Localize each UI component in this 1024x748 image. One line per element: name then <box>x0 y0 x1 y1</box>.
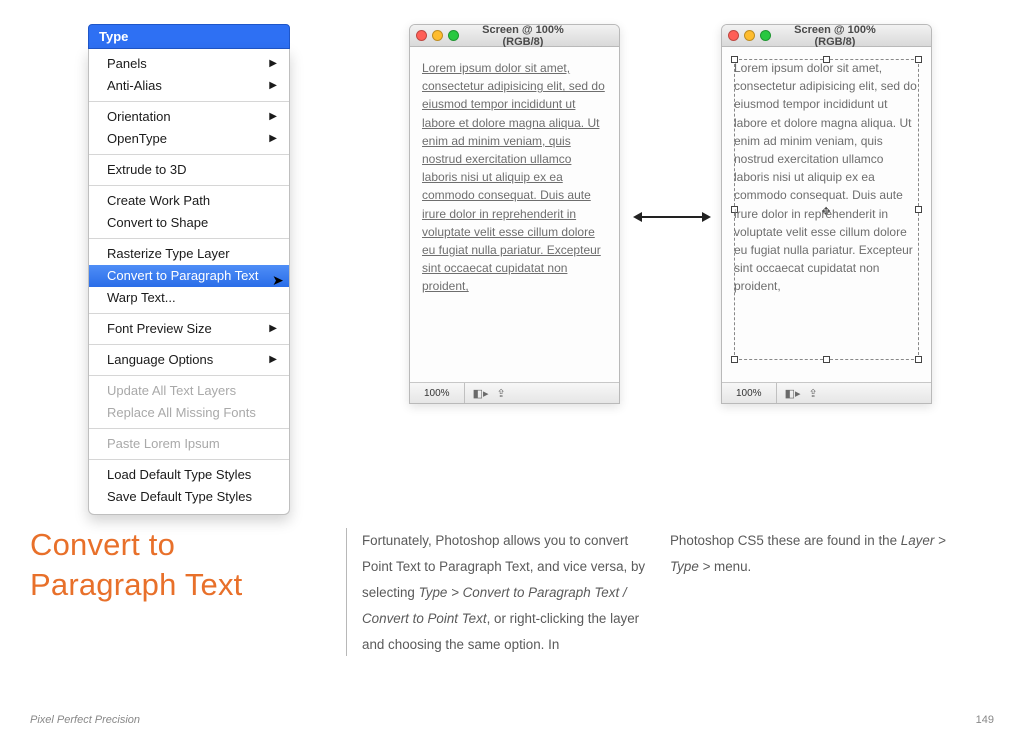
window-title: Screen @ 100% (RGB/8) <box>779 24 925 48</box>
submenu-arrow-icon: ▶ <box>269 77 277 95</box>
doc-info-icon[interactable]: ◧▸ <box>473 387 489 400</box>
menu-separator <box>89 459 289 460</box>
menu-separator <box>89 101 289 102</box>
menu-item-label: Load Default Type Styles <box>107 466 251 484</box>
submenu-arrow-icon: ▶ <box>269 320 277 338</box>
menu-item-label: Font Preview Size <box>107 320 212 338</box>
menu-item-anti-alias[interactable]: Anti-Alias ▶ <box>89 75 289 97</box>
doc-info-icon[interactable]: ◧▸ <box>785 387 801 400</box>
menu-item-load-default-type-styles[interactable]: Load Default Type Styles <box>89 464 289 486</box>
statusbar: 100% ◧▸ ⇪ <box>410 383 619 403</box>
menu-item-label: Convert to Paragraph Text <box>107 267 259 285</box>
menu-item-label: Extrude to 3D <box>107 161 187 179</box>
menu-item-rasterize-type-layer[interactable]: Rasterize Type Layer <box>89 243 289 265</box>
minimize-icon[interactable] <box>432 30 443 41</box>
menu-item-orientation[interactable]: Orientation ▶ <box>89 106 289 128</box>
article-column-2: Photoshop CS5 these are found in the Lay… <box>670 528 960 580</box>
type-menu[interactable]: Type Panels▶Anti-Alias▶Orientation▶OpenT… <box>88 24 290 515</box>
menu-item-label: Orientation <box>107 108 171 126</box>
paragraph-text[interactable]: Lorem ipsum dolor sit amet, consectetur … <box>734 59 919 358</box>
menu-separator <box>89 313 289 314</box>
menu-item-convert-to-shape[interactable]: Convert to Shape <box>89 212 289 234</box>
menu-item-label: Warp Text... <box>107 289 176 307</box>
menu-item-label: Save Default Type Styles <box>107 488 252 506</box>
zoom-icon[interactable] <box>760 30 771 41</box>
type-menu-body: Panels ▶ Anti-Alias ▶ Orientation ▶ OpenType ▶ E… <box>88 49 290 515</box>
export-icon[interactable]: ⇪ <box>809 387 818 400</box>
menu-item-label: Convert to Shape <box>107 214 208 232</box>
menu-item-label: Create Work Path <box>107 192 210 210</box>
menu-item-create-work-path[interactable]: Create Work Path <box>89 190 289 212</box>
menu-item-save-default-type-styles[interactable]: Save Default Type Styles <box>89 486 289 508</box>
submenu-arrow-icon: ▶ <box>269 130 277 148</box>
zoom-icon[interactable] <box>448 30 459 41</box>
menu-separator <box>89 238 289 239</box>
menu-item-panels[interactable]: Panels ▶ <box>89 53 289 75</box>
canvas[interactable]: Lorem ipsum dolor sit amet, consectetur … <box>410 47 619 383</box>
export-icon[interactable]: ⇪ <box>497 387 506 400</box>
convert-arrow-icon <box>633 212 711 222</box>
menu-item-label: Language Options <box>107 351 213 369</box>
submenu-arrow-icon: ▶ <box>269 108 277 126</box>
statusbar: 100% ◧▸ ⇪ <box>722 383 931 403</box>
window-title: Screen @ 100% (RGB/8) <box>467 24 613 48</box>
menu-item-extrude-to-3d[interactable]: Extrude to 3D <box>89 159 289 181</box>
menu-item-convert-to-paragraph-text[interactable]: Convert to Paragraph Text <box>89 265 289 287</box>
menu-item-label: Paste Lorem Ipsum <box>107 435 220 453</box>
menu-separator <box>89 185 289 186</box>
menu-item-label: Panels <box>107 55 147 73</box>
menu-separator <box>89 154 289 155</box>
menu-item-label: Anti-Alias <box>107 77 162 95</box>
menu-item-warp-text[interactable]: Warp Text... <box>89 287 289 309</box>
close-icon[interactable] <box>728 30 739 41</box>
article-heading: Convert to Paragraph Text <box>30 525 330 605</box>
column-divider <box>346 528 347 656</box>
menu-item-font-preview-size[interactable]: Font Preview Size ▶ <box>89 318 289 340</box>
doc-window-point-text: Screen @ 100% (RGB/8) Lorem ipsum dolor … <box>409 24 620 404</box>
article-column-1: Fortunately, Photoshop allows you to con… <box>362 528 652 658</box>
menu-item-label: OpenType <box>107 130 167 148</box>
menu-item-label: Update All Text Layers <box>107 382 236 400</box>
close-icon[interactable] <box>416 30 427 41</box>
minimize-icon[interactable] <box>744 30 755 41</box>
canvas[interactable]: ✥ Lorem ipsum dolor sit amet, consectetu… <box>722 47 931 383</box>
doc-window-paragraph-text: Screen @ 100% (RGB/8) ✥ Lorem ipsum dolo… <box>721 24 932 404</box>
menu-separator <box>89 344 289 345</box>
type-menu-title[interactable]: Type <box>88 24 290 49</box>
titlebar[interactable]: Screen @ 100% (RGB/8) <box>410 25 619 47</box>
menu-item-label: Rasterize Type Layer <box>107 245 230 263</box>
footer-book-title: Pixel Perfect Precision <box>30 714 140 726</box>
zoom-level[interactable]: 100% <box>410 383 465 403</box>
menu-item-replace-all-missing-fonts: Replace All Missing Fonts <box>89 402 289 424</box>
menu-item-opentype[interactable]: OpenType ▶ <box>89 128 289 150</box>
menu-item-update-all-text-layers: Update All Text Layers <box>89 380 289 402</box>
menu-item-label: Replace All Missing Fonts <box>107 404 256 422</box>
page-number: 149 <box>976 714 994 726</box>
point-text[interactable]: Lorem ipsum dolor sit amet, consectetur … <box>422 59 607 358</box>
zoom-level[interactable]: 100% <box>722 383 777 403</box>
submenu-arrow-icon: ▶ <box>269 55 277 73</box>
menu-item-language-options[interactable]: Language Options ▶ <box>89 349 289 371</box>
titlebar[interactable]: Screen @ 100% (RGB/8) <box>722 25 931 47</box>
cursor-icon: ➤ <box>272 272 284 289</box>
submenu-arrow-icon: ▶ <box>269 351 277 369</box>
menu-separator <box>89 375 289 376</box>
menu-item-paste-lorem-ipsum: Paste Lorem Ipsum <box>89 433 289 455</box>
menu-separator <box>89 428 289 429</box>
